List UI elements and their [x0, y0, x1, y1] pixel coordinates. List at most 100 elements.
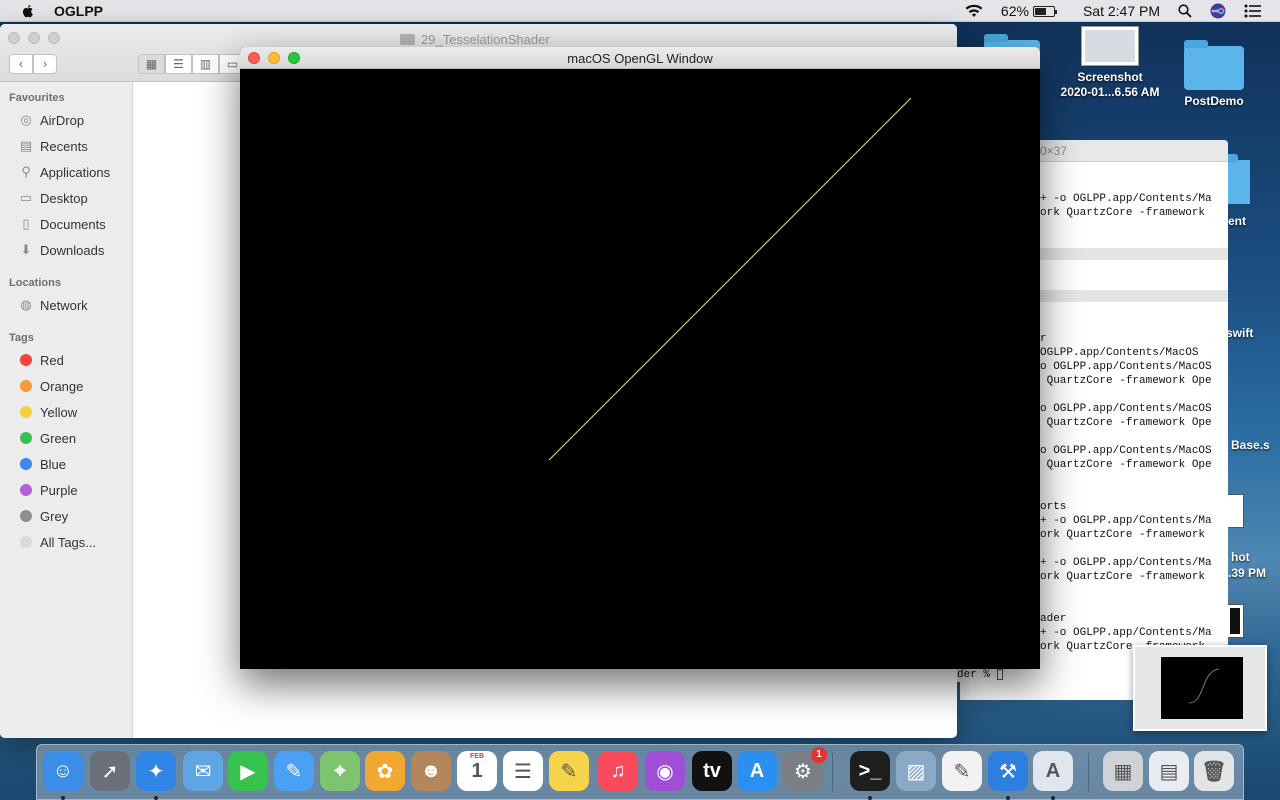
dock-glyph: ✎	[285, 760, 303, 783]
trash-icon[interactable]: 🗑	[1194, 751, 1234, 791]
column-view-button[interactable]: ▥	[192, 54, 219, 74]
desktop-clipped-label: .39 PM	[1228, 566, 1267, 580]
podcasts-icon[interactable]: ◉	[645, 751, 685, 791]
battery-icon	[1032, 5, 1057, 17]
maps-icon[interactable]: ⌖	[320, 751, 360, 791]
documents-stack-icon[interactable]: ▤	[1149, 751, 1189, 791]
music-icon[interactable]: ♫	[598, 751, 638, 791]
appstore-icon[interactable]: A	[737, 751, 777, 791]
running-indicator	[868, 796, 872, 800]
wifi-icon[interactable]	[965, 4, 983, 18]
textedit-icon[interactable]: ✎	[942, 751, 982, 791]
sidebar-tag-orange[interactable]: Orange	[18, 376, 83, 396]
sidebar-heading-favourites: Favourites	[9, 92, 65, 104]
sidebar-item-label: AirDrop	[40, 112, 85, 128]
notification-center-icon[interactable]	[1244, 4, 1262, 18]
tag-color-dot	[18, 482, 34, 498]
dock-glyph: ☺	[52, 759, 74, 782]
applications-icon: ⚲	[21, 164, 31, 179]
menubar-clock[interactable]: Sat 2:47 PM	[1083, 3, 1160, 19]
sidebar-item-documents[interactable]: ▯ Documents	[18, 214, 106, 234]
tag-color-dot	[18, 430, 34, 446]
appletv-icon[interactable]: tv	[692, 751, 732, 791]
terminal-line: o OGLPP.app/Contents/MacOS	[1040, 445, 1212, 457]
sidebar-item-downloads[interactable]: ⬇ Downloads	[18, 240, 105, 260]
desktop-screenshot-file[interactable]: Screenshot 2020-01...6.56 AM	[1058, 26, 1162, 100]
notes-icon[interactable]: ✎	[549, 751, 589, 791]
sidebar-tag-grey[interactable]: Grey	[18, 506, 68, 526]
document-thumbnail-icon[interactable]	[1226, 604, 1244, 638]
sidebar-tag-yellow[interactable]: Yellow	[18, 402, 77, 422]
list-view-button[interactable]: ☰	[165, 54, 192, 74]
sidebar-heading-locations: Locations	[9, 277, 61, 289]
sidebar-item-airdrop[interactable]: ◎ AirDrop	[18, 110, 84, 130]
dock-glyph: ⚙	[794, 760, 812, 783]
terminal-icon[interactable]: >_	[850, 751, 890, 791]
siri-icon[interactable]	[1210, 3, 1226, 19]
mail-icon[interactable]: ✉	[183, 751, 223, 791]
preview-image	[1161, 657, 1243, 719]
document-thumbnail-icon[interactable]	[1226, 494, 1244, 528]
opengl-window[interactable]: macOS OpenGL Window	[240, 47, 1040, 669]
sidebar-tag-alltags[interactable]: All Tags...	[18, 532, 96, 552]
messages-icon[interactable]: ✎	[274, 751, 314, 791]
folder-icon	[1184, 40, 1244, 90]
sidebar-item-recents[interactable]: ▤ Recents	[18, 136, 88, 156]
dock-glyph: ✎	[953, 760, 971, 783]
apple-menu-icon[interactable]	[20, 3, 36, 19]
close-button[interactable]	[8, 32, 20, 44]
sidebar-tag-purple[interactable]: Purple	[18, 480, 78, 500]
desktop-folder-postdemo[interactable]: PostDemo	[1178, 40, 1250, 109]
sidebar-item-label: All Tags...	[40, 534, 97, 550]
contacts-icon[interactable]: ☻	[411, 751, 451, 791]
terminal-line: o OGLPP.app/Contents/MacOS	[1040, 361, 1212, 373]
sidebar-item-label: Documents	[40, 216, 106, 232]
dock-glyph: ▤	[1159, 760, 1179, 783]
desktop-icon-label: Screenshot	[1077, 70, 1143, 84]
dock-glyph: 1	[471, 759, 483, 782]
app-menu-title[interactable]: OGLPP	[54, 3, 103, 19]
screenshot-preview-thumbnail[interactable]	[1133, 645, 1267, 731]
sidebar-item-network[interactable]: ◍ Network	[18, 295, 87, 315]
spotlight-search-icon[interactable]	[1178, 4, 1192, 18]
desktop-clipped-label: Base.s	[1231, 438, 1270, 452]
facetime-icon[interactable]: ▶	[228, 751, 268, 791]
reminders-icon[interactable]: ☰	[503, 751, 543, 791]
tag-color-dot	[18, 352, 34, 368]
sidebar-item-applications[interactable]: ⚲ Applications	[18, 162, 110, 182]
launchpad-icon[interactable]: ➚	[90, 751, 130, 791]
desktop-icon-label: PostDemo	[1184, 94, 1244, 108]
finder-icon[interactable]: ☺	[43, 751, 83, 791]
icon-view-button[interactable]: ▦	[138, 54, 165, 74]
tag-color-dot	[18, 404, 34, 420]
battery-status[interactable]: 62%	[1001, 3, 1057, 19]
downloads-stack-icon[interactable]: ▦	[1103, 751, 1143, 791]
terminal-prompt-line[interactable]: der %	[957, 668, 1037, 682]
photos-icon[interactable]: ✿	[365, 751, 405, 791]
sidebar-tag-blue[interactable]: Blue	[18, 454, 66, 474]
minimize-button[interactable]	[28, 32, 40, 44]
dock-glyph: ◉	[656, 760, 674, 783]
terminal-divider	[1040, 290, 1228, 302]
dock-glyph: ♫	[610, 759, 626, 782]
zoom-button[interactable]	[48, 32, 60, 44]
dock: ☺ ➚ ✦ ✉ ▶ ✎ ⌖ ✿ ☻ FEB 1 ☰ ✎ ♫ ◉ tv A ⚙ 1 >_ ▨ ✎ ⚒ A ▦ ▤ 🗑	[36, 744, 1244, 800]
tag-color-dot	[18, 508, 34, 524]
back-button[interactable]: ‹	[9, 54, 33, 74]
terminal-line: + -o OGLPP.app/Contents/Ma	[1040, 515, 1212, 527]
columns-icon: ▥	[199, 57, 212, 71]
tag-color-dot	[18, 378, 34, 394]
opengl-canvas[interactable]	[240, 69, 1040, 669]
sidebar-item-desktop[interactable]: ▭ Desktop	[18, 188, 88, 208]
dock-glyph: ▦	[1113, 760, 1133, 783]
preview-icon[interactable]: ▨	[896, 751, 936, 791]
sidebar-tag-red[interactable]: Red	[18, 350, 64, 370]
system-preferences-icon[interactable]: ⚙ 1	[783, 747, 827, 791]
safari-icon[interactable]: ✦	[136, 751, 176, 791]
sidebar-tag-green[interactable]: Green	[18, 428, 76, 448]
xcode-icon[interactable]: ⚒	[988, 751, 1028, 791]
instruments-icon[interactable]: A	[1033, 751, 1073, 791]
sidebar-item-label: Green	[40, 430, 77, 446]
forward-button[interactable]: ›	[33, 54, 57, 74]
calendar-icon[interactable]: FEB 1	[457, 751, 497, 791]
